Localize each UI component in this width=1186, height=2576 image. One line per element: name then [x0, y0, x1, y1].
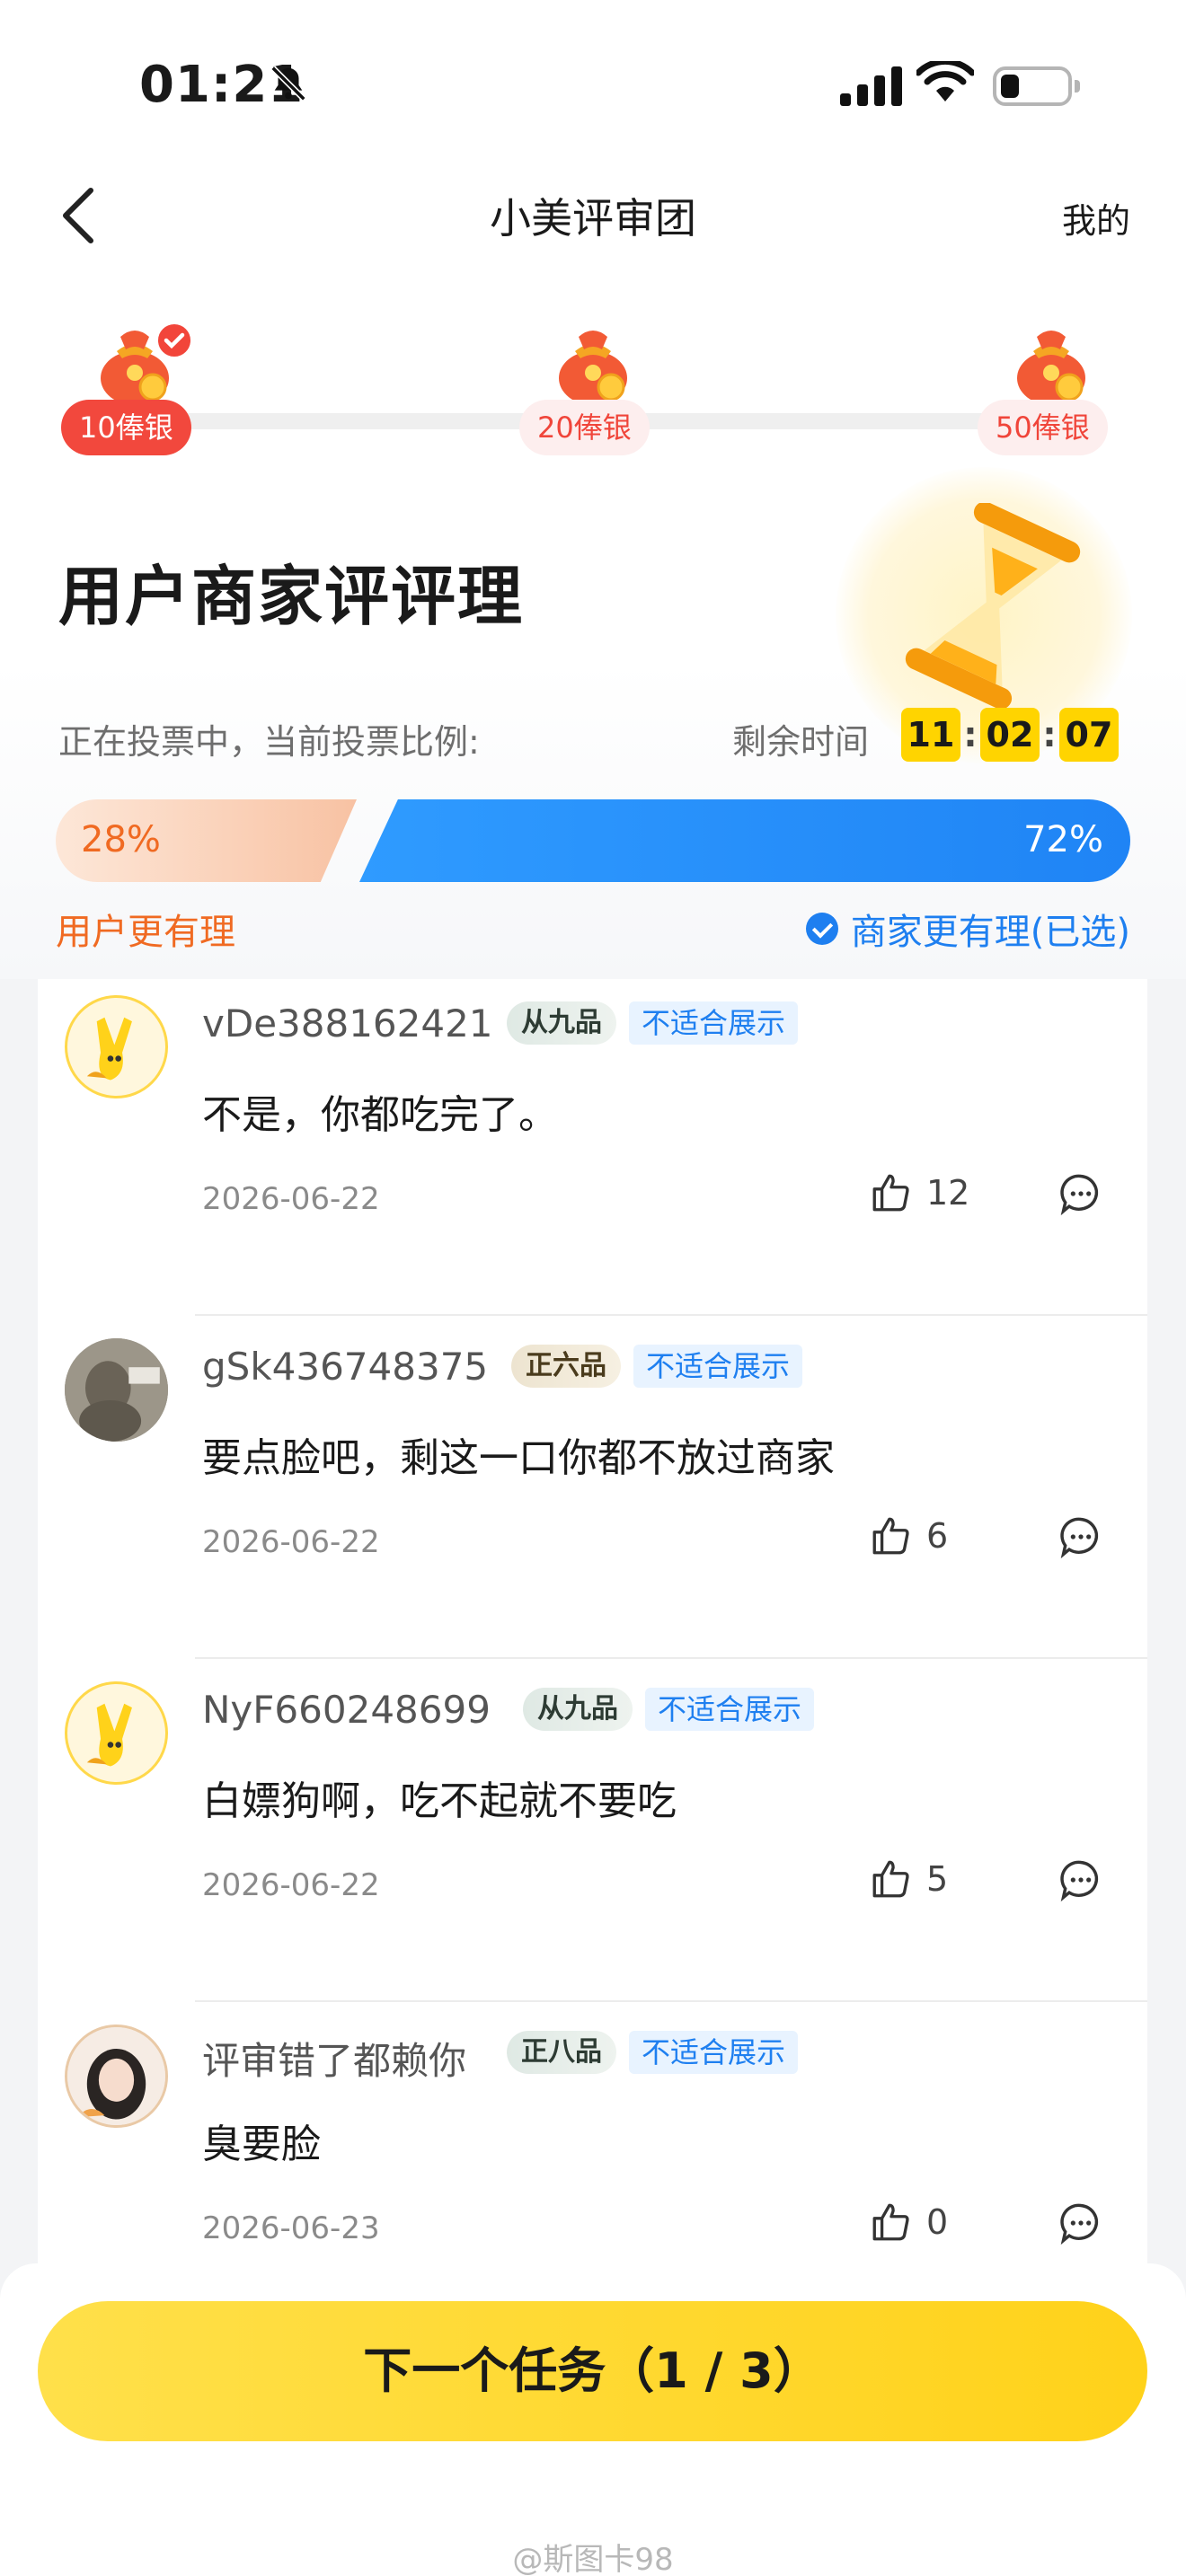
avatar[interactable]	[65, 995, 168, 1098]
timer-hours: 11	[901, 708, 960, 762]
vote-status-text: 正在投票中，当前投票比例:	[58, 722, 480, 762]
status-tag: 不适合展示	[633, 1345, 803, 1388]
avatar[interactable]	[65, 1338, 168, 1442]
status-tag: 不适合展示	[629, 2031, 799, 2074]
user-vote-bar: 28%	[56, 799, 357, 882]
case-title: 用户商家评评理	[58, 559, 525, 634]
avatar[interactable]	[65, 1681, 168, 1785]
comment-username[interactable]: NyF660248699	[202, 1688, 491, 1732]
comment-date: 2026-06-22	[202, 1867, 380, 1903]
comment-badges: 正八品 不适合展示	[507, 2031, 799, 2074]
dog-photo-avatar	[65, 1338, 168, 1442]
selected-check-icon	[805, 913, 838, 945]
reply-icon[interactable]	[1058, 1857, 1104, 1903]
comment-badges: 从九品 不适合展示	[523, 1688, 815, 1731]
reward-milestone-2[interactable]: 20俸银	[512, 319, 674, 463]
status-tag: 不适合展示	[629, 1001, 799, 1045]
thumbs-up-icon	[872, 2203, 909, 2241]
comment-date: 2026-06-22	[202, 1181, 380, 1217]
reward-label: 10俸银	[61, 400, 191, 455]
thumbs-up-icon	[872, 1174, 909, 1212]
reward-milestone-3[interactable]: 50俸银	[970, 319, 1132, 463]
like-button[interactable]: 0	[869, 2200, 948, 2245]
like-count: 0	[926, 2202, 949, 2242]
reply-icon[interactable]	[1058, 1170, 1104, 1217]
bell-muted-icon	[270, 66, 306, 101]
like-button[interactable]: 12	[869, 1170, 969, 1215]
rank-badge: 从九品	[507, 1001, 616, 1045]
comment-username[interactable]: gSk436748375	[202, 1345, 488, 1389]
comment-date: 2026-06-23	[202, 2210, 380, 2246]
reply-icon[interactable]	[1058, 1513, 1104, 1560]
mine-link[interactable]: 我的	[1062, 193, 1130, 243]
money-bag-icon	[559, 331, 627, 405]
like-count: 12	[926, 1173, 970, 1213]
thumbs-up-icon	[872, 1517, 909, 1555]
comment-text: 不是，你都吃完了。	[202, 1092, 558, 1138]
thumbs-up-icon	[872, 1860, 909, 1898]
rank-badge: 正八品	[507, 2031, 616, 2074]
comment-text: 臭要脸	[202, 2122, 321, 2167]
comment-list[interactable]: vDe388162421 从九品 不适合展示 不是，你都吃完了。 2026-06…	[38, 979, 1147, 2299]
comment-item: NyF660248699 从九品 不适合展示 白嫖狗啊，吃不起就不要吃 2026…	[38, 1659, 1147, 2002]
merchant-side-option[interactable]: 商家更有理(已选)	[805, 903, 1130, 955]
comment-item: gSk436748375 正六品 不适合展示 要点脸吧，剩这一口你都不放过商家 …	[38, 1316, 1147, 1659]
money-bag-icon	[1017, 331, 1085, 405]
watermark: @斯图卡98	[512, 2542, 674, 2576]
hourglass-icon	[905, 503, 1081, 710]
wifi-icon	[916, 61, 974, 101]
bottom-action-bar: 下一个任务（1 / 3） @斯图卡98	[0, 2263, 1186, 2576]
rank-badge: 正六品	[511, 1345, 621, 1388]
like-button[interactable]: 5	[869, 1857, 948, 1901]
signal-icon	[840, 65, 902, 106]
remaining-time-label: 剩余时间	[732, 722, 870, 762]
mascot-avatar-icon	[86, 1703, 132, 1767]
case-header: 10俸银 20俸银 50俸银 用户商家评评理 正在投票中，当前投票比例: 剩余时…	[0, 274, 1186, 979]
reward-milestone-1[interactable]: 10俸银	[54, 319, 216, 463]
reply-icon[interactable]	[1058, 2200, 1104, 2246]
timer-separator: :	[1042, 715, 1057, 754]
comment-badges: 正六品 不适合展示	[511, 1345, 803, 1388]
comment-item: 评审错了都赖你 正八品 不适合展示 臭要脸 2026-06-23 0	[38, 2002, 1147, 2299]
portrait-avatar	[67, 2027, 165, 2125]
merchant-vote-percent: 72%	[1023, 819, 1103, 860]
rank-badge: 从九品	[523, 1688, 633, 1731]
comment-username[interactable]: 评审错了都赖你	[202, 2031, 466, 2086]
battery-icon	[993, 66, 1080, 106]
timer-seconds: 07	[1059, 708, 1119, 762]
user-side-option[interactable]: 用户更有理	[56, 903, 235, 955]
comment-text: 要点脸吧，剩这一口你都不放过商家	[202, 1435, 835, 1481]
comment-item: vDe388162421 从九品 不适合展示 不是，你都吃完了。 2026-06…	[38, 979, 1147, 1316]
comment-badges: 从九品 不适合展示	[507, 1001, 799, 1045]
comment-date: 2026-06-22	[202, 1524, 380, 1560]
countdown-timer: 11 : 02 : 07	[901, 708, 1119, 762]
user-vote-percent: 28%	[81, 819, 161, 860]
status-bar: 01:21	[0, 0, 1186, 157]
reward-label: 20俸银	[519, 400, 650, 455]
timer-separator: :	[963, 715, 978, 754]
like-count: 6	[926, 1516, 949, 1556]
merchant-vote-bar: 72%	[359, 799, 1130, 882]
timer-minutes: 02	[980, 708, 1040, 762]
like-count: 5	[926, 1859, 949, 1899]
status-tag: 不适合展示	[645, 1688, 815, 1731]
next-task-button[interactable]: 下一个任务（1 / 3）	[38, 2301, 1147, 2441]
nav-bar: 小美评审团 我的	[0, 157, 1186, 274]
page-title: 小美评审团	[490, 194, 696, 243]
mascot-avatar-icon	[86, 1017, 132, 1081]
avatar[interactable]	[65, 2025, 168, 2128]
merchant-side-label: 商家更有理(已选)	[850, 912, 1130, 953]
reward-label: 50俸银	[978, 400, 1108, 455]
comment-username[interactable]: vDe388162421	[202, 1001, 493, 1045]
comment-text: 白嫖狗啊，吃不起就不要吃	[202, 1778, 677, 1824]
like-button[interactable]: 6	[869, 1513, 948, 1558]
claimed-check-icon	[155, 321, 194, 360]
